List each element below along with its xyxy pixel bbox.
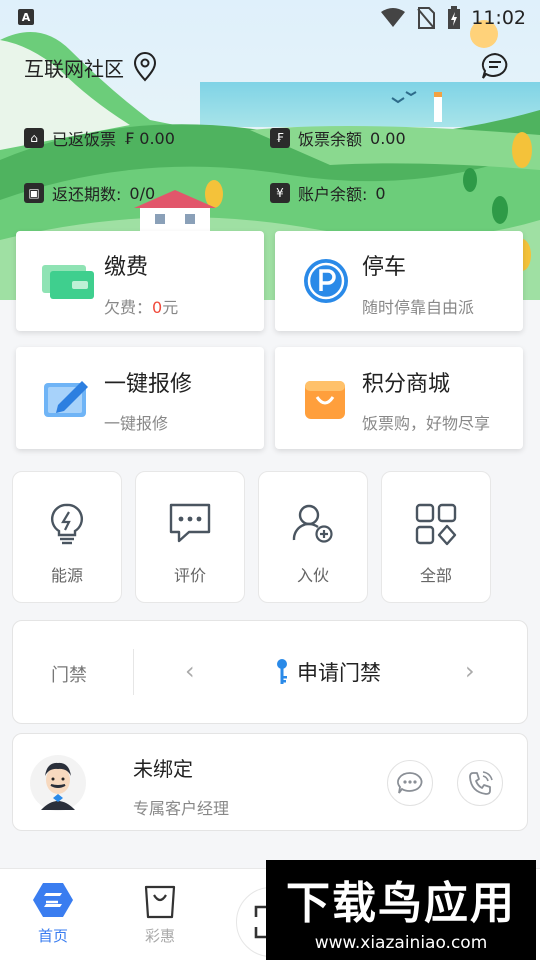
parking-icon bbox=[304, 259, 348, 303]
grid-apps-icon bbox=[415, 503, 457, 546]
phone-icon bbox=[469, 771, 493, 795]
points-mall-card[interactable]: 积分商城 饭票购，好物尽享 bbox=[275, 347, 523, 449]
car-icon: ▣ bbox=[24, 183, 44, 203]
bag-tab-icon bbox=[144, 885, 176, 919]
battery-charging-icon bbox=[448, 6, 461, 29]
quick-energy[interactable]: 能源 bbox=[12, 471, 122, 603]
location-pin-icon bbox=[133, 52, 157, 82]
chat-bubble-icon bbox=[397, 772, 423, 794]
home-tab-icon bbox=[33, 883, 73, 917]
chat-manager-button[interactable] bbox=[387, 760, 433, 806]
status-bar: A 11:02 bbox=[0, 0, 540, 36]
repair-card[interactable]: 一键报修 一键报修 bbox=[16, 347, 264, 449]
divider bbox=[133, 649, 134, 695]
shopping-bag-icon bbox=[305, 381, 345, 419]
repair-edit-icon bbox=[44, 381, 88, 417]
stat-returned-ticket: ⌂ 已返饭票 ₣ 0.00 bbox=[24, 126, 175, 150]
access-label: 门禁 bbox=[51, 665, 87, 686]
app-notification-icon: A bbox=[18, 9, 34, 25]
call-manager-button[interactable] bbox=[457, 760, 503, 806]
clock: 11:02 bbox=[471, 7, 526, 29]
manager-role: 专属客户经理 bbox=[133, 799, 230, 818]
add-user-icon bbox=[292, 504, 333, 543]
no-sim-icon bbox=[417, 7, 436, 29]
stat-return-periods: ▣ 返还期数: 0/0 bbox=[24, 181, 155, 205]
watermark: 下载鸟应用 www.xiazainiao.com bbox=[266, 860, 536, 960]
access-next-arrow[interactable]: › bbox=[465, 657, 475, 685]
key-icon bbox=[277, 659, 287, 684]
pay-card[interactable]: 缴费 欠费：0元 bbox=[16, 231, 264, 331]
message-icon[interactable] bbox=[480, 52, 510, 80]
apply-access-button[interactable]: 申请门禁 bbox=[275, 657, 381, 687]
stat-account-balance: ¥ 账户余额: 0 bbox=[270, 181, 386, 205]
avatar bbox=[30, 755, 86, 811]
account-manager-panel: 未绑定 专属客户经理 bbox=[12, 733, 528, 831]
lightbulb-icon bbox=[51, 503, 83, 545]
access-control-panel: 门禁 ‹ 申请门禁 › bbox=[12, 620, 528, 724]
stat-ticket-balance: ₣ 饭票余额 0.00 bbox=[270, 126, 406, 150]
manager-name: 未绑定 bbox=[133, 757, 193, 781]
payment-card-icon bbox=[42, 265, 94, 299]
quick-all[interactable]: 全部 bbox=[381, 471, 491, 603]
quick-move-in[interactable]: 入伙 bbox=[258, 471, 368, 603]
nav-deals[interactable]: 彩惠 bbox=[142, 881, 178, 946]
community-name: 互联网社区 bbox=[24, 56, 124, 81]
community-selector[interactable]: 互联网社区 bbox=[24, 52, 158, 82]
nav-home[interactable]: 首页 bbox=[33, 881, 73, 946]
ticket-icon: ₣ bbox=[270, 128, 290, 148]
quick-review[interactable]: 评价 bbox=[135, 471, 245, 603]
yen-icon: ¥ bbox=[270, 183, 290, 203]
wifi-icon bbox=[381, 8, 406, 27]
comment-icon bbox=[169, 503, 211, 543]
home-icon: ⌂ bbox=[24, 128, 44, 148]
parking-card[interactable]: 停车 随时停靠自由派 bbox=[275, 231, 523, 331]
access-prev-arrow[interactable]: ‹ bbox=[185, 657, 195, 685]
